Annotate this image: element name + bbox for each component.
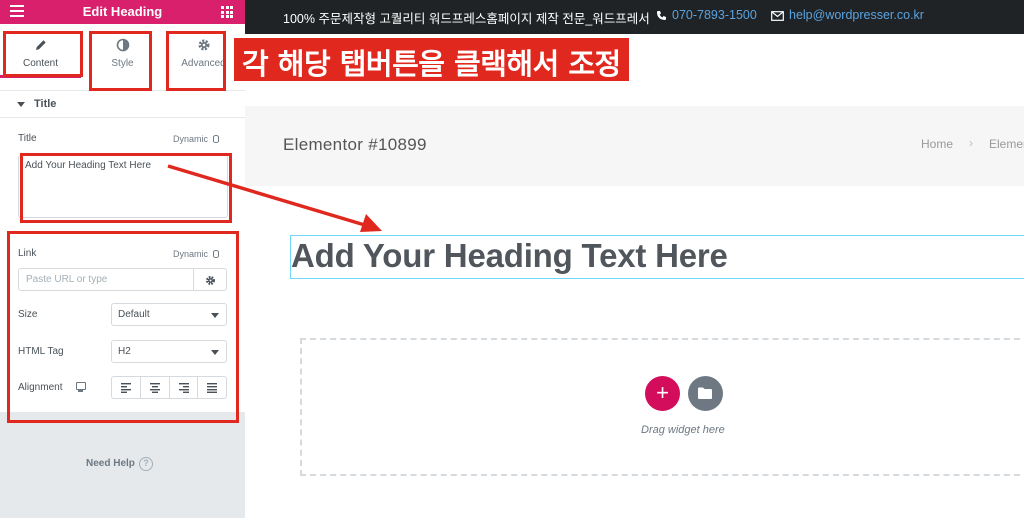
annotation-box-style-tab (89, 31, 152, 91)
topbar-email-text: help@wordpresser.co.kr (789, 8, 924, 22)
annotation-box-title-field (20, 153, 232, 223)
widgets-grid-icon[interactable] (221, 6, 233, 18)
add-section-button[interactable]: + (645, 376, 680, 411)
phone-icon (657, 11, 666, 20)
topbar-phone-text: 070-7893-1500 (672, 8, 757, 22)
breadcrumb-separator: › (969, 136, 973, 150)
section-title-label: Title (34, 98, 57, 110)
folder-icon (698, 387, 712, 399)
annotation-box-advanced-tab (166, 31, 226, 91)
topbar-email-link[interactable]: help@wordpresser.co.kr (771, 8, 924, 22)
topbar-phone-link[interactable]: 070-7893-1500 (656, 8, 757, 22)
page-title-bar: Elementor #10899 Home › Elemen (245, 106, 1024, 186)
help-question-icon[interactable]: ? (139, 457, 153, 471)
topbar-intro-text: 100% 주문제작형 고퀄리티 워드프레스홈페이지 제작 전문_워드프레서 (283, 12, 650, 26)
title-control-label: Title (18, 133, 37, 144)
envelope-icon (771, 11, 784, 21)
site-topbar: 100% 주문제작형 고퀄리티 워드프레스홈페이지 제작 전문_워드프레서 07… (245, 0, 1024, 34)
caret-down-icon (17, 102, 25, 107)
breadcrumb-home[interactable]: Home (921, 137, 953, 151)
page-title: Elementor #10899 (283, 135, 427, 154)
panel-header: Edit Heading (0, 0, 245, 24)
annotation-box-controls (7, 231, 239, 423)
template-library-button[interactable] (688, 376, 723, 411)
title-dynamic-button[interactable]: Dynamic (173, 134, 220, 144)
annotation-caption: 각 해당 탭버튼을 클랙해서 조정 (234, 38, 629, 81)
section-title-toggle[interactable]: Title (0, 90, 245, 118)
heading-widget-text[interactable]: Add Your Heading Text Here (291, 237, 728, 275)
breadcrumb-current: Elemen (989, 137, 1024, 151)
drag-widget-hint: Drag widget here (641, 424, 725, 436)
database-icon (213, 135, 220, 143)
need-help-link[interactable]: Need Help (86, 458, 135, 469)
panel-title: Edit Heading (82, 4, 163, 19)
annotation-box-content-tab (3, 31, 83, 77)
dynamic-label: Dynamic (173, 134, 209, 144)
